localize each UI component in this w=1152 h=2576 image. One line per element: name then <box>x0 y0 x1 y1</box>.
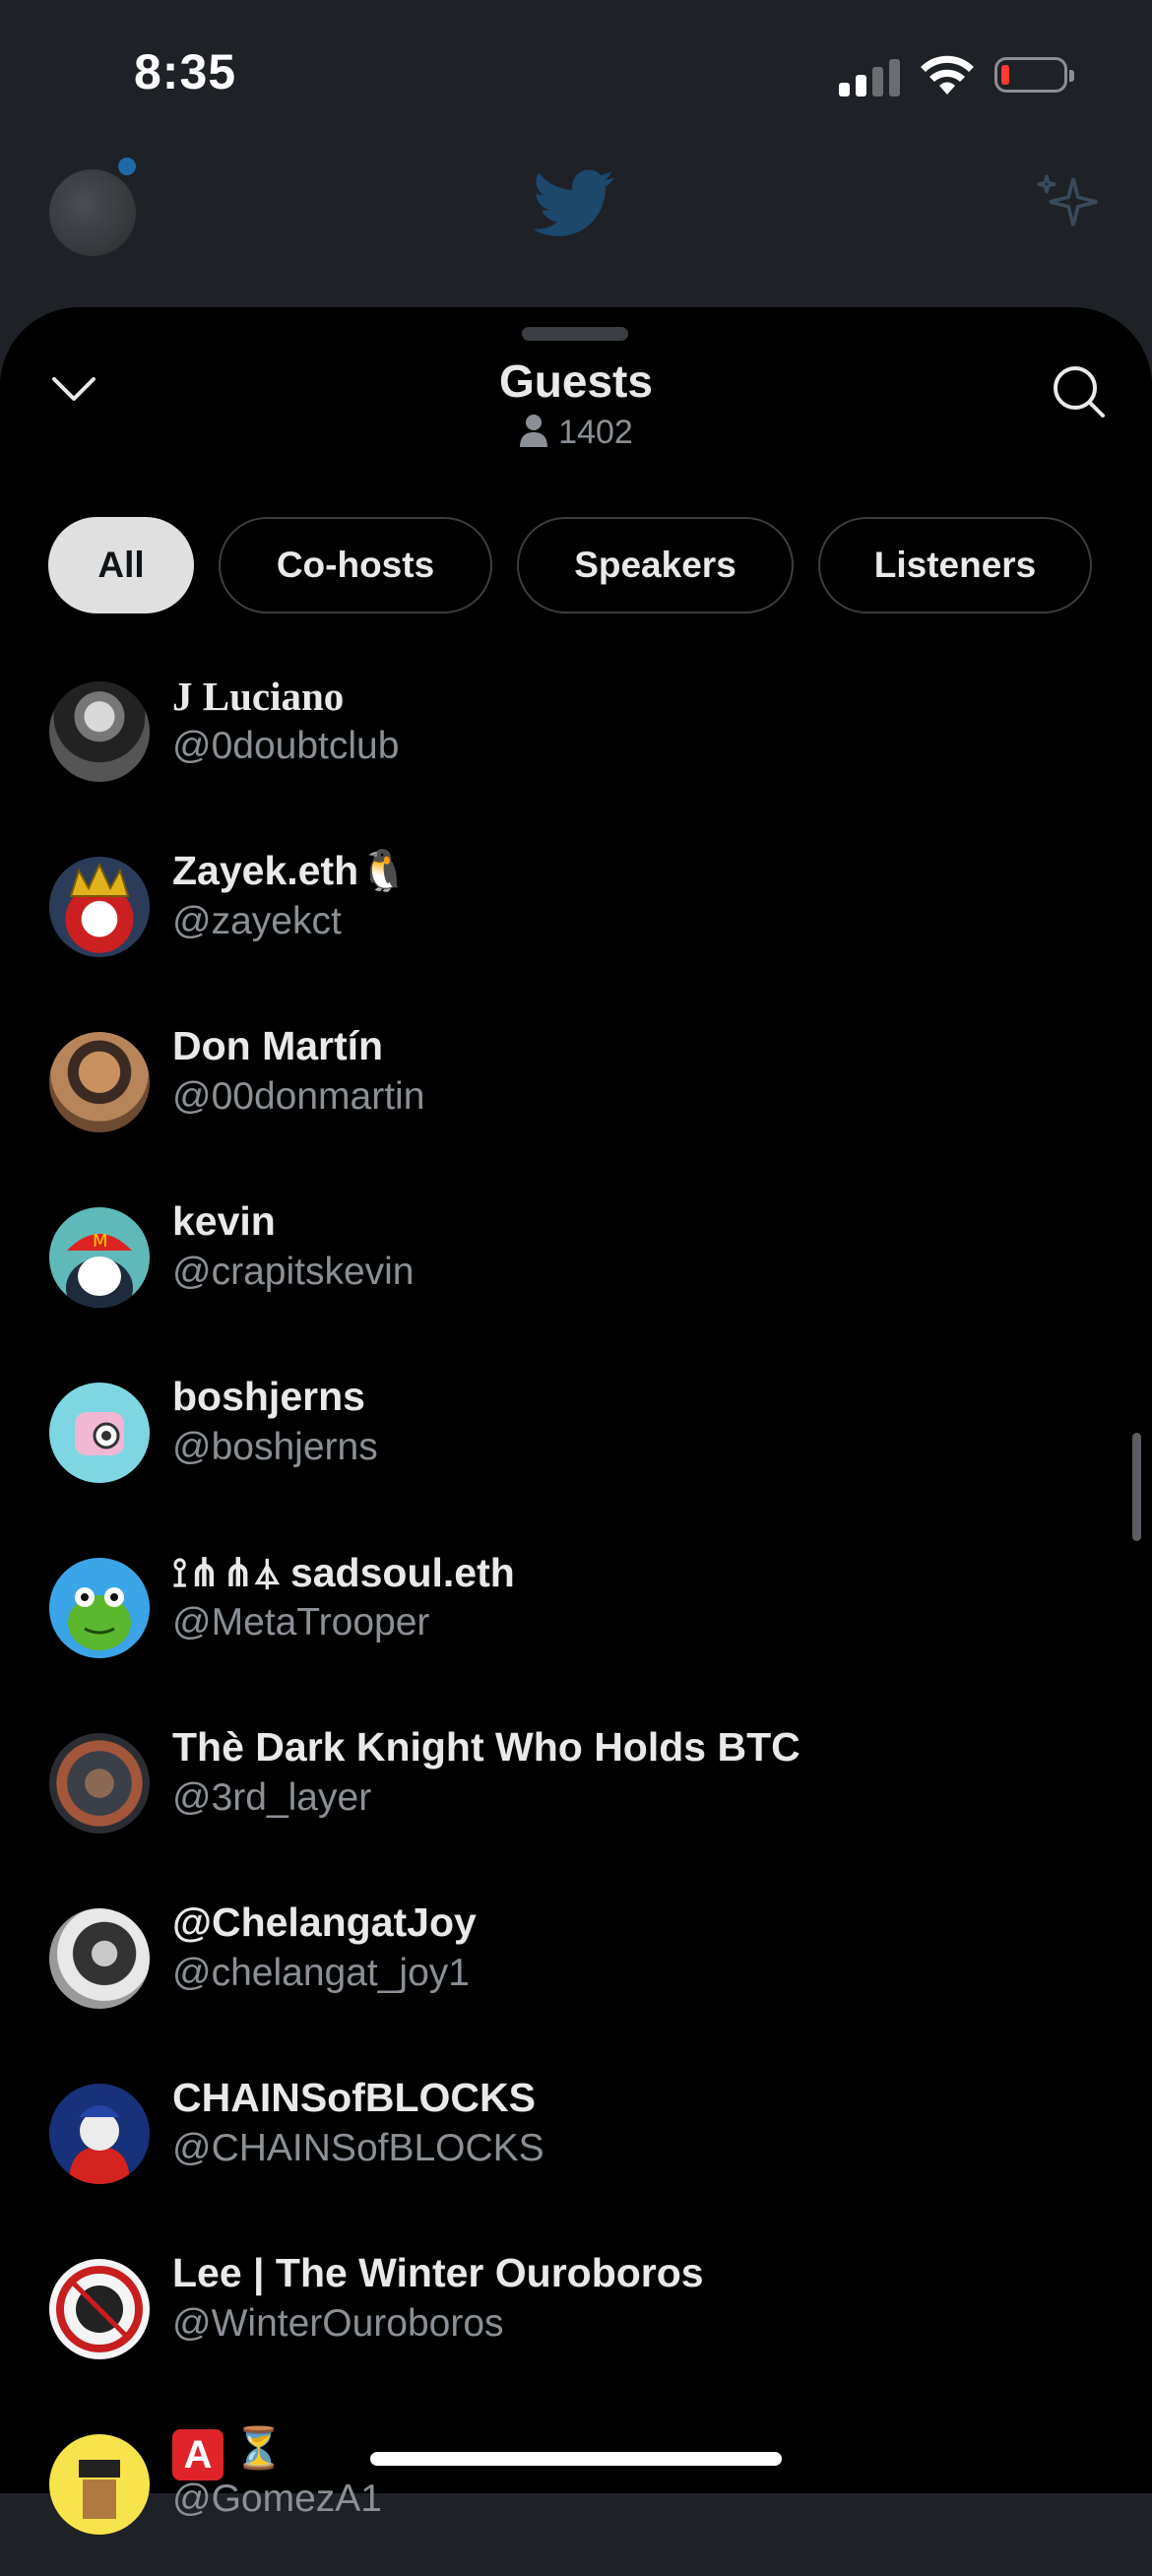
sheet-grabber[interactable] <box>522 327 628 341</box>
filter-chip-co-hosts[interactable]: Co-hosts <box>219 517 492 613</box>
guest-handle: @WinterOuroboros <box>172 2302 504 2345</box>
filter-chip-all[interactable]: All <box>48 517 194 613</box>
guest-handle: @zayekct <box>172 900 342 942</box>
svg-text:M: M <box>93 1231 108 1252</box>
avatar <box>49 1383 150 1483</box>
profile-avatar <box>49 169 136 256</box>
guest-row[interactable]: @ChelangatJoy @chelangat_joy1 <box>0 1875 1152 2050</box>
guest-name-text: ⏳ <box>233 2425 285 2471</box>
guest-name: Zayek.eth🐧 <box>172 848 410 893</box>
guest-handle: @chelangat_joy1 <box>172 1952 470 1994</box>
guest-row[interactable]: boshjerns @boshjerns <box>0 1349 1152 1524</box>
status-time: 8:35 <box>134 44 237 99</box>
scrollbar[interactable] <box>1132 1433 1141 1541</box>
avatar <box>49 2084 150 2184</box>
guest-name: boshjerns <box>172 1374 365 1419</box>
guest-handle: @GomezA1 <box>172 2478 382 2520</box>
home-indicator[interactable] <box>370 2452 782 2466</box>
search-button[interactable] <box>1046 358 1111 423</box>
guest-handle: @00donmartin <box>172 1075 425 1118</box>
guest-row[interactable]: Don Martín @00donmartin <box>0 998 1152 1174</box>
guest-row[interactable]: Zayek.eth🐧 @zayekct <box>0 823 1152 998</box>
guest-name: kevin <box>172 1198 276 1244</box>
background-app-header <box>0 148 1152 305</box>
notification-dot <box>118 158 136 175</box>
guest-name: @ChelangatJoy <box>172 1900 477 1945</box>
guest-name: J Luciano <box>172 674 345 719</box>
guest-handle: @boshjerns <box>172 1426 378 1468</box>
status-bar: 8:35 <box>0 0 1152 148</box>
guest-name: ⟟⋔⋔⏃ sadsoul.eth <box>172 1550 515 1595</box>
cellular-signal-icon <box>839 57 902 97</box>
guest-handle: @CHAINSofBLOCKS <box>172 2127 544 2169</box>
guest-handle: @MetaTrooper <box>172 1601 430 1643</box>
twitter-bird-icon <box>533 169 614 236</box>
guest-row[interactable]: M kevin @crapitskevin <box>0 1174 1152 1349</box>
filter-chips: All Co-hosts Speakers Listeners <box>0 517 1152 613</box>
battery-icon <box>994 57 1074 93</box>
search-icon <box>1054 366 1105 418</box>
guest-name: Don Martín <box>172 1023 384 1068</box>
guest-count: 1402 <box>0 414 1152 452</box>
filter-chip-listeners[interactable]: Listeners <box>818 517 1092 613</box>
guest-name: CHAINSofBLOCKS <box>172 2075 536 2120</box>
avatar <box>49 2434 150 2535</box>
avatar <box>49 1908 150 2009</box>
avatar <box>49 681 150 782</box>
guest-handle: @3rd_layer <box>172 1776 372 1819</box>
filter-chip-speakers[interactable]: Speakers <box>517 517 794 613</box>
avatar <box>49 1558 150 1658</box>
guest-handle: @crapitskevin <box>172 1251 415 1293</box>
person-icon <box>520 415 548 447</box>
guest-row[interactable]: CHAINSofBLOCKS @CHAINSofBLOCKS <box>0 2050 1152 2225</box>
guest-row[interactable]: J Luciano @0doubtclub <box>0 648 1152 823</box>
a-button-emoji-icon: A <box>172 2429 224 2480</box>
guests-sheet: Guests 1402 All Co-hosts Speakers Listen… <box>0 307 1152 2535</box>
guest-row[interactable]: A ⏳ @GomezA1 <box>0 2401 1152 2576</box>
guest-name: Lee | The Winter Ouroboros <box>172 2250 704 2295</box>
sparkle-icon <box>1037 174 1098 226</box>
avatar: M <box>49 1207 150 1308</box>
guest-name: A ⏳ <box>172 2425 284 2480</box>
avatar <box>49 1733 150 1834</box>
wifi-icon <box>921 55 974 95</box>
guest-count-value: 1402 <box>558 414 633 451</box>
guest-row[interactable]: Lee | The Winter Ouroboros @WinterOurobo… <box>0 2225 1152 2401</box>
guest-row[interactable]: Thè Dark Knight Who Holds BTC @3rd_layer <box>0 1700 1152 1875</box>
guest-name: Thè Dark Knight Who Holds BTC <box>172 1724 800 1770</box>
avatar <box>49 857 150 957</box>
guest-handle: @0doubtclub <box>172 725 400 767</box>
avatar <box>49 2259 150 2359</box>
guest-row[interactable]: ⟟⋔⋔⏃ sadsoul.eth @MetaTrooper <box>0 1524 1152 1700</box>
sheet-title: Guests <box>499 355 653 407</box>
avatar <box>49 1032 150 1132</box>
